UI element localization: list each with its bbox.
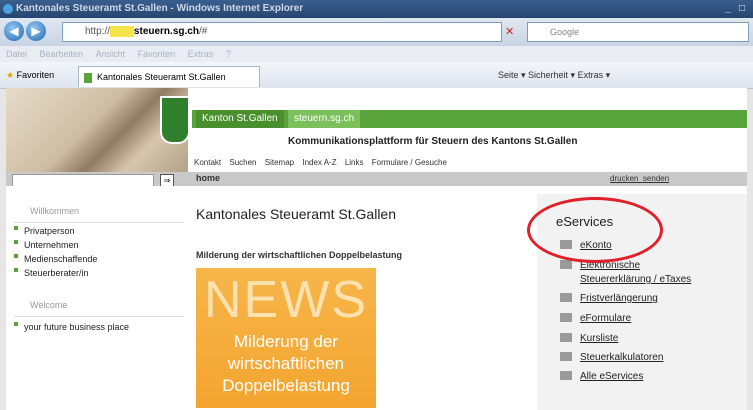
- command-bar[interactable]: Seite ▾ Sicherheit ▾ Extras ▾: [498, 62, 610, 88]
- news-line-1: Milderung der: [234, 332, 338, 351]
- nav-formulare[interactable]: Formulare / Gesuche: [372, 158, 447, 167]
- eservice-eformulare[interactable]: eFormulare: [560, 312, 632, 324]
- menu-bearbeiten[interactable]: Bearbeiten: [40, 49, 84, 59]
- menu-extras[interactable]: Extras: [188, 49, 214, 59]
- sidebar-item-label: Medienschaffende: [24, 254, 98, 264]
- back-icon[interactable]: ◀: [4, 21, 24, 41]
- arrow-box-icon: [560, 351, 572, 361]
- eservice-etaxes-line2[interactable]: Steuererklärung / eTaxes: [580, 274, 691, 285]
- star-icon[interactable]: ★: [6, 70, 14, 80]
- menu-help[interactable]: ?: [226, 49, 231, 59]
- arrow-box-icon: [560, 259, 572, 269]
- address-toolbar: ◀ ▶ http://www.steuern.sg.ch/# ✕ Google: [0, 18, 753, 46]
- nav-suchen[interactable]: Suchen: [229, 158, 256, 167]
- eservice-kursliste[interactable]: Kursliste: [560, 332, 619, 344]
- divider: [14, 222, 184, 223]
- menu-ansicht[interactable]: Ansicht: [96, 49, 126, 59]
- left-sidebar: [6, 186, 186, 410]
- news-line-2: wirtschaftlichen: [227, 354, 345, 373]
- url-www: www.: [110, 26, 134, 37]
- maximize-icon[interactable]: □: [736, 2, 748, 15]
- sidebar-item-steuerberater[interactable]: Steuerberater/in: [14, 268, 89, 278]
- coat-of-arms-logo: [160, 96, 190, 144]
- search-engine-label: Google: [550, 27, 580, 37]
- page-actions: drucken senden: [610, 174, 669, 183]
- arrow-box-icon: [560, 312, 572, 322]
- top-navigation: Kontakt Suchen Sitemap Index A-Z Links F…: [194, 158, 453, 167]
- page-title: Kantonales Steueramt St.Gallen: [196, 206, 397, 222]
- tab-steuern[interactable]: steuern.sg.ch: [288, 110, 361, 128]
- sidebar-item-label: Unternehmen: [24, 240, 79, 250]
- search-input[interactable]: Google: [527, 22, 749, 42]
- nav-links[interactable]: Links: [345, 158, 364, 167]
- site-headline: Kommunikationsplattform für Steuern des …: [288, 136, 578, 147]
- nav-index[interactable]: Index A-Z: [302, 158, 336, 167]
- address-field[interactable]: http://www.steuern.sg.ch/#: [62, 22, 502, 42]
- sidebar-heading-en: Welcome: [30, 300, 68, 310]
- nav-sitemap[interactable]: Sitemap: [265, 158, 294, 167]
- sidebar-item-label: your future business place: [24, 322, 130, 332]
- forward-icon[interactable]: ▶: [26, 21, 46, 41]
- favorites-button[interactable]: Favoriten: [17, 70, 55, 80]
- highlight-ring: [527, 197, 663, 263]
- eservice-label: Steuerkalkulatoren: [580, 352, 664, 363]
- news-word: NEWS: [204, 271, 368, 329]
- sidebar-item-label: Steuerberater/in: [24, 268, 89, 278]
- tab-kanton[interactable]: Kanton St.Gallen: [196, 110, 284, 128]
- news-line-3: Doppelbelastung: [222, 376, 350, 395]
- url-prefix: http://: [85, 26, 111, 37]
- menu-bar: Datei Bearbeiten Ansicht Favoriten Extra…: [0, 46, 753, 62]
- eservice-alle[interactable]: Alle eServices: [560, 370, 644, 382]
- sidebar-heading-de: Willkommen: [30, 206, 80, 216]
- send-link[interactable]: senden: [643, 174, 669, 183]
- sidebar-item-business[interactable]: your future business place: [14, 322, 129, 332]
- eservice-steuerkalkulatoren[interactable]: Steuerkalkulatoren: [560, 351, 664, 363]
- divider: [14, 316, 184, 317]
- url-domain: steuern.sg.ch: [133, 26, 199, 37]
- window-title: Kantonales Steueramt St.Gallen - Windows…: [16, 3, 304, 14]
- nav-kontakt[interactable]: Kontakt: [194, 158, 221, 167]
- sidebar-item-label: Privatperson: [24, 226, 75, 236]
- eservice-fristverlaengerung[interactable]: Fristverlängerung: [560, 292, 658, 304]
- url-suffix: /#: [198, 26, 208, 37]
- title-bar: Kantonales Steueramt St.Gallen - Windows…: [0, 0, 753, 18]
- print-link[interactable]: drucken: [610, 174, 638, 183]
- menu-datei[interactable]: Datei: [6, 49, 27, 59]
- site-top-bar: Kanton St.Gallen steuern.sg.ch: [192, 110, 747, 128]
- stop-icon[interactable]: ✕: [505, 25, 514, 38]
- arrow-box-icon: [560, 292, 572, 302]
- sidebar-item-privatperson[interactable]: Privatperson: [14, 226, 75, 236]
- favorites-bar: ★ Favoriten Kantonales Steueramt St.Gall…: [0, 62, 753, 89]
- eservice-label: eFormulare: [580, 313, 632, 324]
- sidebar-item-medienschaffende[interactable]: Medienschaffende: [14, 254, 97, 264]
- sidebar-item-unternehmen[interactable]: Unternehmen: [14, 240, 79, 250]
- news-teaser-link[interactable]: Milderung der wirtschaftlichen Doppelbel…: [196, 250, 402, 260]
- arrow-box-icon: [560, 370, 572, 380]
- eservice-label: Fristverlängerung: [580, 293, 658, 304]
- eservice-label: Alle eServices: [580, 371, 644, 382]
- breadcrumb[interactable]: home: [196, 173, 220, 183]
- browser-tab[interactable]: Kantonales Steueramt St.Gallen: [78, 66, 260, 87]
- news-banner[interactable]: NEWS Milderung der wirtschaftlichen Dopp…: [196, 268, 376, 408]
- menu-favoriten[interactable]: Favoriten: [138, 49, 176, 59]
- eservice-label: Kursliste: [580, 333, 619, 344]
- minimize-icon[interactable]: _: [722, 2, 734, 15]
- ie-icon: [3, 4, 13, 14]
- arrow-box-icon: [560, 332, 572, 342]
- site-favicon: [84, 72, 92, 83]
- tab-label: Kantonales Steueramt St.Gallen: [97, 72, 226, 82]
